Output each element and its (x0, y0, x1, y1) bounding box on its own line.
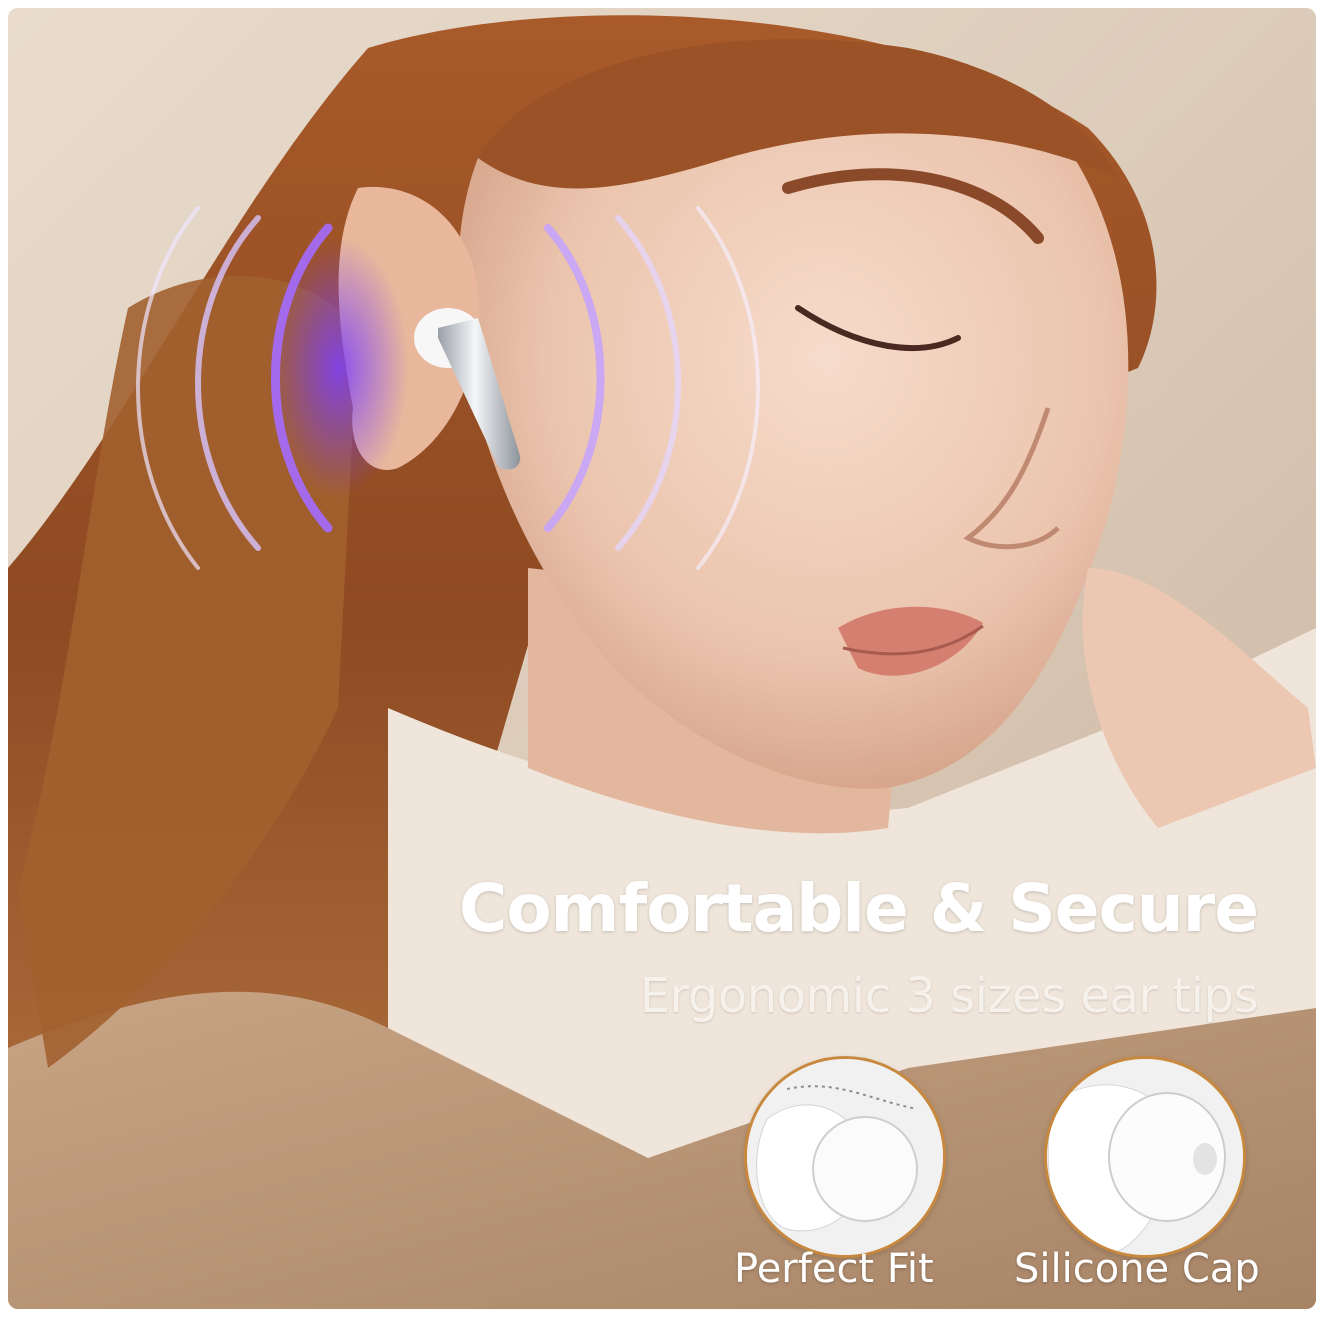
silicone-cap-image (1044, 1056, 1246, 1258)
perfect-fit-label: Perfect Fit (734, 1246, 934, 1292)
silicone-cap-label: Silicone Cap (1014, 1246, 1260, 1292)
headline: Comfortable & Secure (458, 870, 1259, 947)
subheadline: Ergonomic 3 sizes ear tips (639, 968, 1259, 1024)
product-image: Comfortable & Secure Ergonomic 3 sizes e… (8, 8, 1316, 1309)
perfect-fit-image (744, 1056, 946, 1258)
